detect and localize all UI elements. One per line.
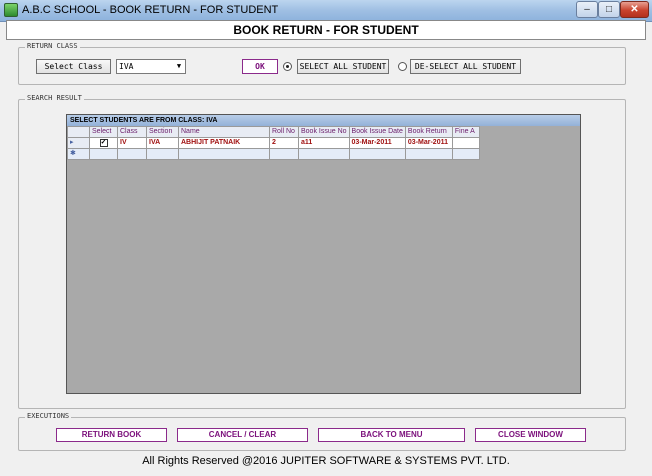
col-class[interactable]: Class	[117, 126, 147, 138]
row-header-corner	[67, 126, 90, 138]
col-book-return[interactable]: Book Return	[404, 126, 453, 138]
cell-roll-no[interactable]: 2	[269, 137, 299, 149]
select-class-button[interactable]: Select Class	[36, 59, 111, 74]
new-cell[interactable]	[404, 148, 453, 160]
cell-book-return[interactable]: 03-Mar-2011	[404, 137, 453, 149]
col-name[interactable]: Name	[178, 126, 270, 138]
select-checkbox[interactable]: ✓	[99, 139, 108, 147]
new-cell[interactable]	[348, 148, 406, 160]
cancel-clear-button[interactable]: CANCEL / CLEAR	[177, 428, 308, 442]
col-section[interactable]: Section	[146, 126, 179, 138]
new-cell[interactable]	[298, 148, 350, 160]
col-select[interactable]: Select	[89, 126, 118, 138]
cell-book-issue-no[interactable]: a11	[298, 137, 350, 149]
new-row-icon[interactable]: ✱	[67, 148, 90, 160]
close-window-button-bottom[interactable]: CLOSE WINDOW	[475, 428, 586, 442]
cell-book-issue-date[interactable]: 03-Mar-2011	[348, 137, 406, 149]
col-book-issue-no[interactable]: Book Issue No	[298, 126, 350, 138]
student-table: Select Class Section Name Roll No Book I…	[67, 126, 480, 160]
cell-name[interactable]: ABHIJIT PATNAIK	[178, 137, 270, 149]
select-checkbox-cell[interactable]: ✓	[89, 137, 118, 149]
close-window-button[interactable]: ✕	[620, 1, 649, 18]
new-cell[interactable]	[146, 148, 179, 160]
table-row[interactable]: ▸ ✓ IV IVA ABHIJIT PATNAIK 2 a11 03-Mar-…	[67, 137, 480, 149]
table-header-row: Select Class Section Name Roll No Book I…	[67, 126, 480, 138]
cell-fine[interactable]	[451, 137, 480, 149]
new-cell[interactable]	[451, 148, 480, 160]
select-all-radio[interactable]	[283, 62, 292, 71]
new-cell[interactable]	[89, 148, 118, 160]
maximize-button[interactable]: □	[598, 1, 620, 18]
cell-class[interactable]: IV	[117, 137, 147, 149]
select-all-student-button[interactable]: SELECT ALL STUDENT	[297, 59, 389, 74]
search-result-label: SEARCH RESULT	[25, 94, 84, 102]
deselect-all-radio[interactable]	[398, 62, 407, 71]
new-cell[interactable]	[178, 148, 270, 160]
cell-section[interactable]: IVA	[146, 137, 179, 149]
row-selector-icon[interactable]: ▸	[67, 137, 90, 149]
title-bar: A.B.C SCHOOL - BOOK RETURN - FOR STUDENT…	[0, 0, 652, 22]
page-title: BOOK RETURN - FOR STUDENT	[6, 20, 646, 40]
student-grid[interactable]: SELECT STUDENTS ARE FROM CLASS: IVA Sele…	[66, 114, 581, 394]
back-to-menu-button[interactable]: BACK TO MENU	[318, 428, 465, 442]
grid-caption: SELECT STUDENTS ARE FROM CLASS: IVA	[67, 115, 580, 126]
new-row[interactable]: ✱	[67, 148, 480, 160]
window-title: A.B.C SCHOOL - BOOK RETURN - FOR STUDENT	[22, 4, 279, 16]
col-book-issue-date[interactable]: Book Issue Date	[348, 126, 406, 138]
return-book-button[interactable]: RETURN BOOK	[56, 428, 167, 442]
minimize-button[interactable]: –	[576, 1, 598, 18]
class-select-value: IVA	[119, 62, 134, 71]
executions-label: EXECUTIONS	[25, 412, 72, 420]
col-roll-no[interactable]: Roll No	[269, 126, 299, 138]
chevron-down-icon[interactable]: ▼	[173, 60, 185, 73]
app-icon	[4, 3, 18, 17]
deselect-all-student-button[interactable]: DE-SELECT ALL STUDENT	[410, 59, 521, 74]
new-cell[interactable]	[117, 148, 147, 160]
footer-copyright: All Rights Reserved @2016 JUPITER SOFTWA…	[142, 455, 510, 467]
ok-button[interactable]: OK	[242, 59, 278, 74]
return-class-label: RETURN CLASS	[25, 42, 80, 50]
class-select[interactable]: IVA ▼	[116, 59, 186, 74]
col-fine[interactable]: Fine A	[451, 126, 480, 138]
new-cell[interactable]	[269, 148, 299, 160]
